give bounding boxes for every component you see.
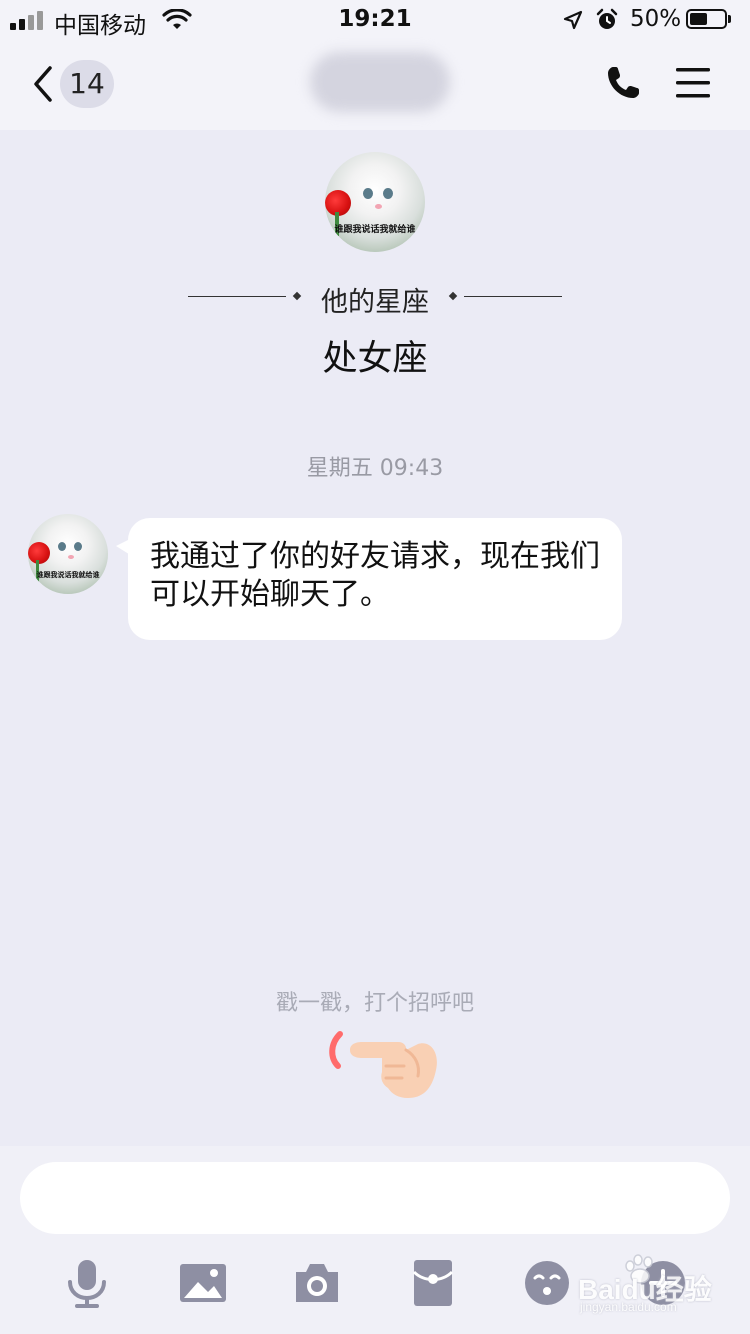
zodiac-value: 处女座 <box>322 339 428 379</box>
message-sender-avatar[interactable]: 谁跟我说话我就给谁 <box>28 514 108 594</box>
camera-icon[interactable] <box>292 1258 342 1308</box>
avatar-caption: 谁跟我说话我就给谁 <box>36 570 100 579</box>
zodiac-label: 他的星座 <box>321 287 429 318</box>
baidu-jingyan-watermark: Baidu经验 jingyan.baidu.com <box>574 1254 734 1322</box>
alarm-clock-icon <box>596 8 618 29</box>
avatar-caption: 谁跟我说话我就给谁 <box>334 225 416 235</box>
emoji-icon[interactable] <box>522 1258 572 1308</box>
status-bar: 中国移动 19:21 50% <box>0 0 750 40</box>
unread-count-badge[interactable]: 14 <box>60 60 114 108</box>
phone-call-icon[interactable] <box>604 64 642 102</box>
poke-hint-text: 戳一戳，打个招呼吧 <box>275 991 474 1016</box>
contact-name-blurred <box>310 52 450 112</box>
battery-percent: 50% <box>630 6 682 32</box>
menu-icon[interactable] <box>674 66 712 100</box>
message-input[interactable] <box>20 1162 730 1234</box>
watermark-subtext: jingyan.baidu.com <box>580 1300 677 1314</box>
back-chevron-icon[interactable] <box>30 62 58 106</box>
microphone-icon[interactable] <box>62 1258 112 1308</box>
location-arrow-icon <box>563 10 583 30</box>
message-bubble[interactable]: 我通过了你的好友请求，现在我们可以开始聊天了。 <box>128 518 622 640</box>
message-text: 我通过了你的好友请求，现在我们可以开始聊天了。 <box>150 539 600 612</box>
message-timestamp: 星期五 09:43 <box>306 456 444 481</box>
zodiac-header: 他的星座 <box>188 278 562 318</box>
image-icon[interactable] <box>178 1258 228 1308</box>
red-packet-icon[interactable] <box>408 1258 458 1308</box>
navigation-bar: 14 <box>0 40 750 130</box>
poke-finger-icon[interactable] <box>322 1026 440 1106</box>
contact-avatar[interactable]: 谁跟我说话我就给谁 <box>325 152 425 252</box>
battery-icon <box>686 9 732 31</box>
